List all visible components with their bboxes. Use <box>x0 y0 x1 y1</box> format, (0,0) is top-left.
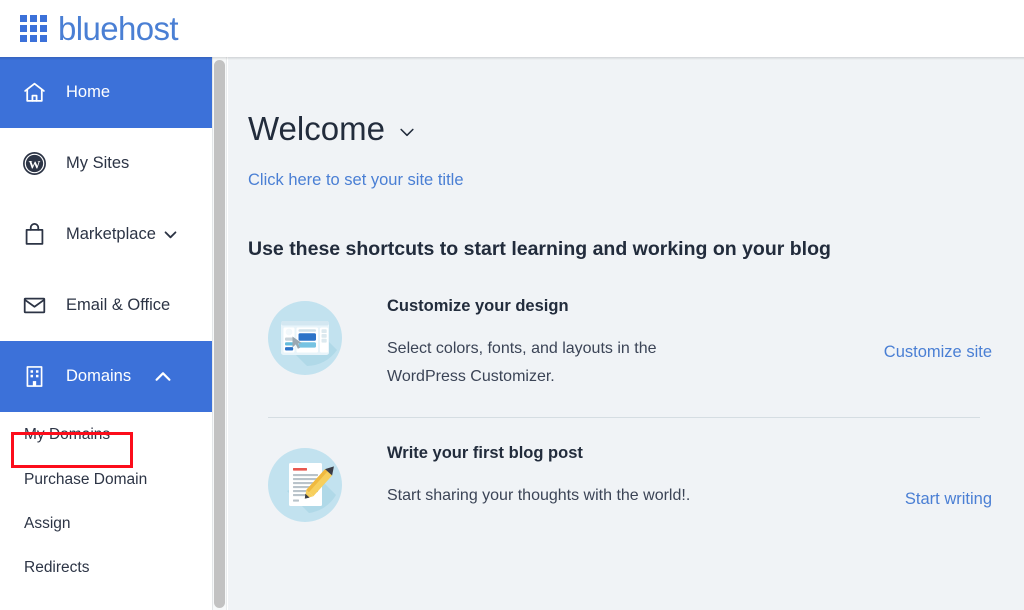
browser-design-icon <box>267 300 343 376</box>
brand-name: bluehost <box>58 10 179 47</box>
shopping-bag-icon <box>22 222 54 247</box>
card-description: Select colors, fonts, and layouts in the… <box>387 340 657 385</box>
sidebar-item-home[interactable]: Home <box>0 57 212 128</box>
document-pencil-icon <box>267 447 343 523</box>
chevron-down-icon[interactable] <box>162 226 179 243</box>
customize-site-link[interactable]: Customize site <box>884 343 992 362</box>
sidebar-subitem-label: Purchase Domain <box>24 471 148 488</box>
sidebar-subitem-redirects[interactable]: Redirects <box>0 546 212 590</box>
grid-3x3-icon <box>20 15 47 42</box>
shortcut-card-customize-design[interactable]: Customize your design Select colors, fon… <box>248 297 992 390</box>
sidebar-scrollbar-thumb[interactable] <box>214 60 225 608</box>
envelope-icon <box>22 293 54 318</box>
sidebar-item-label: Email & Office <box>66 296 171 314</box>
shortcuts-heading: Use these shortcuts to start learning an… <box>248 238 831 260</box>
sidebar-subitem-label: Assign <box>24 515 71 532</box>
app-header: bluehost <box>0 0 1024 57</box>
sidebar-item-email-office[interactable]: Email & Office <box>0 270 212 341</box>
set-site-title-link[interactable]: Click here to set your site title <box>248 171 464 190</box>
sidebar-nav: Home W My Sites Marketplace Email & Offi… <box>0 57 212 610</box>
card-title: Write your first blog post <box>387 444 583 463</box>
header-divider <box>0 57 1024 60</box>
welcome-header[interactable]: Welcome <box>248 112 992 145</box>
main-content: Welcome Click here to set your site titl… <box>228 57 1024 610</box>
sidebar-item-my-sites[interactable]: W My Sites <box>0 128 212 199</box>
home-icon <box>22 80 54 105</box>
sidebar-subitem-purchase-domain[interactable]: Purchase Domain <box>0 458 212 502</box>
bluehost-dashboard: bluehost Home W My Sites Marketplace Ema… <box>0 0 1024 610</box>
sidebar-subitem-assign[interactable]: Assign <box>0 502 212 546</box>
chevron-up-icon[interactable] <box>152 366 174 388</box>
card-description: Start sharing your thoughts with the wor… <box>387 487 691 505</box>
svg-text:W: W <box>29 157 41 171</box>
sidebar-subitem-label: Redirects <box>24 559 90 576</box>
brand-logo[interactable]: bluehost <box>20 10 179 47</box>
sidebar-item-label: Home <box>66 83 111 101</box>
card-title: Customize your design <box>387 297 569 315</box>
sidebar-subitem-my-domains[interactable]: My Domains <box>0 412 212 458</box>
chevron-down-icon[interactable] <box>397 116 417 142</box>
page-title: Welcome <box>248 110 385 147</box>
sidebar-item-label: Domains <box>66 367 132 385</box>
sidebar-subitem-label: My Domains <box>24 426 111 443</box>
shortcut-card-write-blog-post[interactable]: Write your first blog post Start sharing… <box>248 444 992 523</box>
sidebar-item-label: My Sites <box>66 154 130 172</box>
start-writing-link[interactable]: Start writing <box>905 490 992 509</box>
sidebar-item-marketplace[interactable]: Marketplace <box>0 199 212 270</box>
card-divider <box>268 417 980 419</box>
wordpress-icon: W <box>22 151 54 176</box>
building-icon <box>22 364 54 389</box>
sidebar-item-domains[interactable]: Domains <box>0 341 212 412</box>
sidebar-item-label: Marketplace <box>66 225 156 243</box>
